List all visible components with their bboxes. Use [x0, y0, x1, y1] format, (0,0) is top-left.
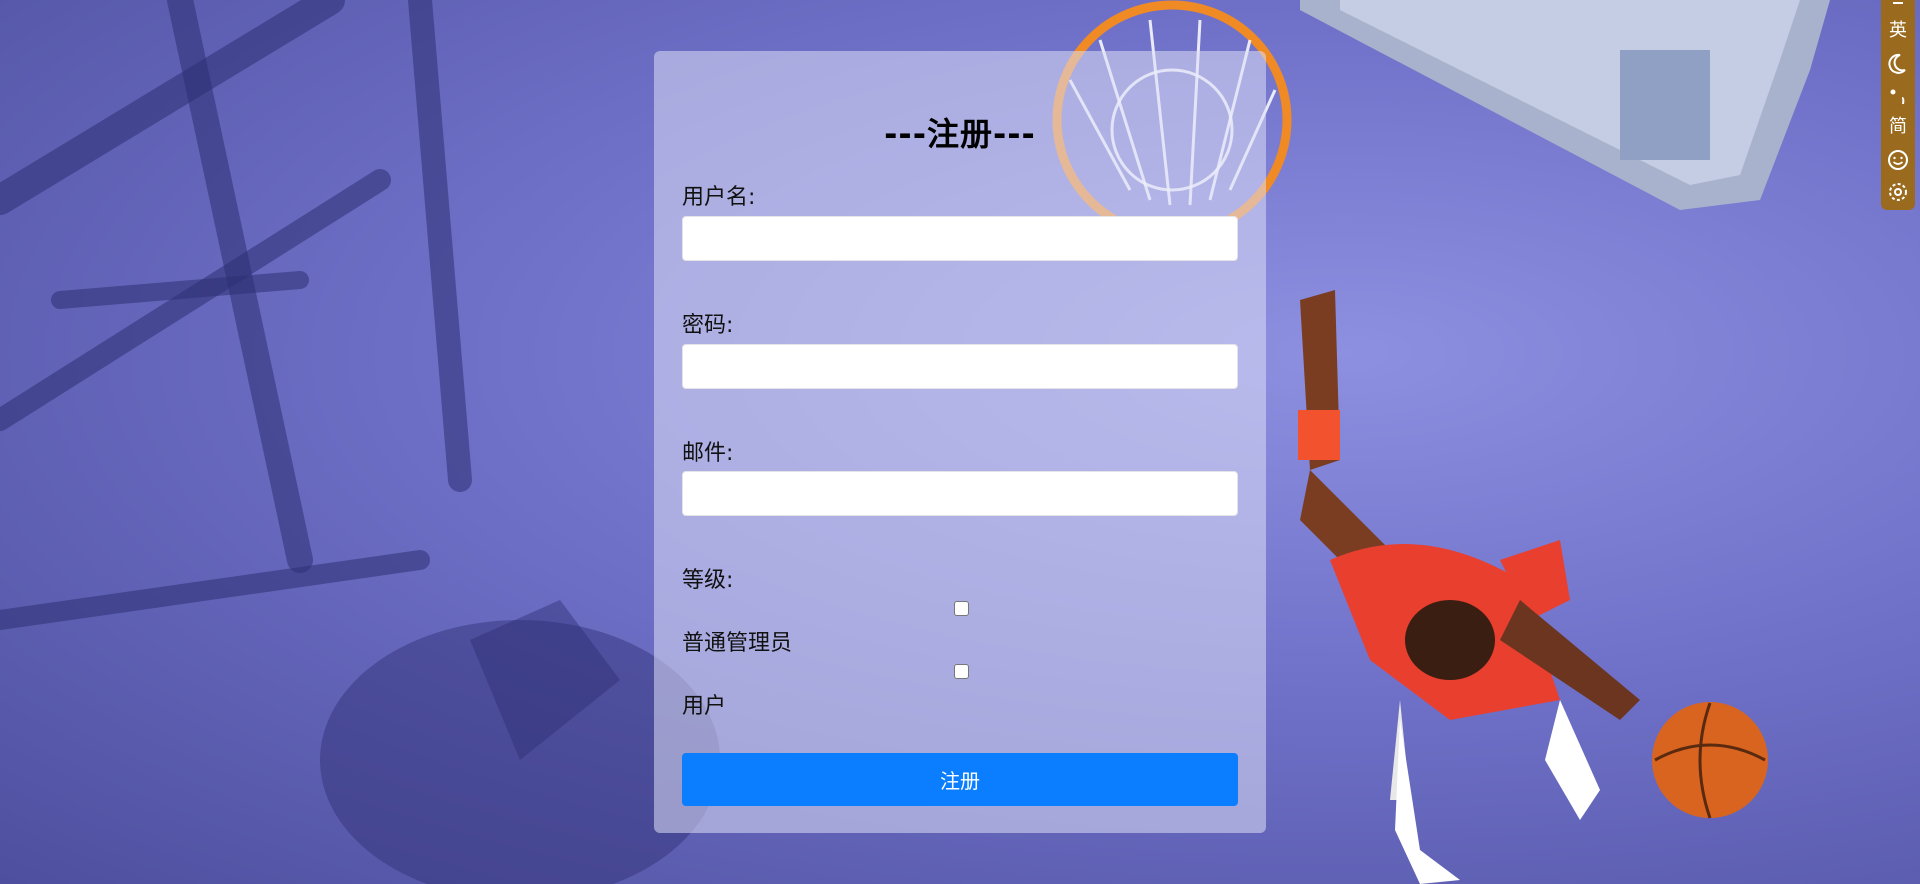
register-button-label: 注册: [940, 769, 980, 793]
ime-english-toggle[interactable]: 英: [1881, 20, 1915, 42]
emoji-icon[interactable]: [1881, 148, 1915, 172]
username-input[interactable]: [682, 216, 1238, 261]
password-input[interactable]: [682, 344, 1238, 389]
email-label: 邮件:: [682, 441, 734, 466]
punctuation-icon[interactable]: [1881, 84, 1915, 108]
ime-toolbar: 英 简: [1881, 0, 1915, 210]
moon-icon[interactable]: [1881, 52, 1915, 76]
level-admin-checkbox[interactable]: [954, 601, 969, 616]
menu-icon[interactable]: [1881, 0, 1915, 8]
level-user-checkbox[interactable]: [954, 664, 969, 679]
register-form: ---注册--- 用户名: 密码: 邮件: 等级: 普通管理员 用户 注册: [654, 51, 1266, 833]
settings-icon[interactable]: [1881, 180, 1915, 204]
form-title: ---注册---: [884, 115, 1036, 153]
email-input[interactable]: [682, 471, 1238, 516]
level-admin-label: 普通管理员: [682, 631, 793, 656]
level-user-label: 用户: [682, 694, 727, 719]
password-label: 密码:: [682, 313, 734, 338]
username-label: 用户名:: [682, 185, 756, 210]
ime-simplified-toggle[interactable]: 简: [1881, 116, 1915, 138]
register-button[interactable]: 注册: [682, 753, 1238, 806]
level-label: 等级:: [682, 568, 734, 593]
